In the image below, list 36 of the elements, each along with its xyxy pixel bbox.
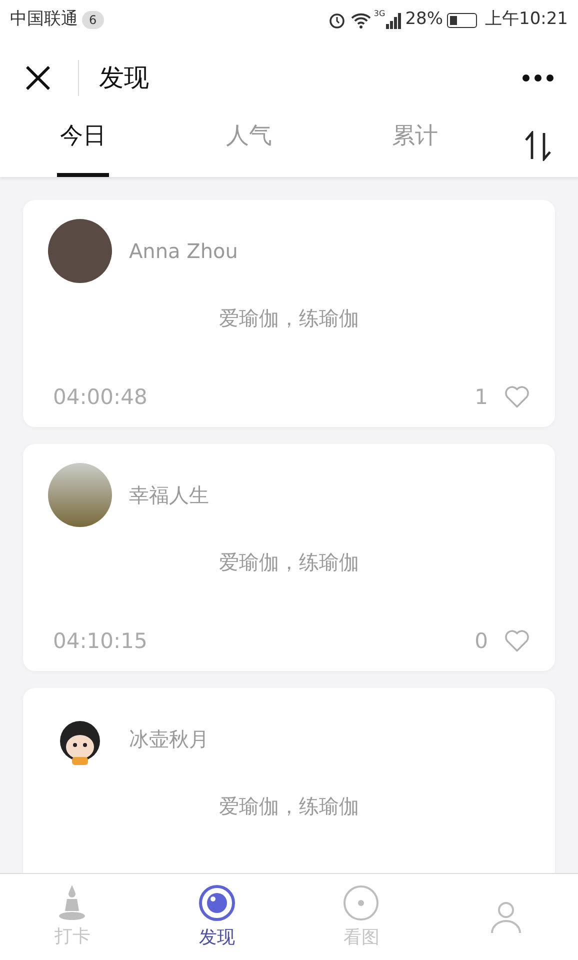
- network-type: 3G: [374, 8, 386, 20]
- clock-time: 上午10:21: [485, 8, 568, 32]
- eye-icon: [198, 884, 236, 922]
- nav-tab[interactable]: 看图: [289, 874, 434, 960]
- user-name: Anna Zhou: [129, 238, 238, 265]
- sort-icon[interactable]: [524, 131, 552, 161]
- page-title: 发现: [99, 62, 149, 94]
- post-card[interactable]: 幸福人生 爱瑜伽，练瑜伽 04:10:15 0: [23, 444, 555, 671]
- like-count: 1: [474, 384, 488, 410]
- tab[interactable]: 今日: [0, 115, 166, 177]
- user-name: 幸福人生: [129, 482, 209, 509]
- notification-count: 6: [82, 11, 104, 29]
- user-name: 冰壶秋月: [129, 726, 209, 753]
- post-card[interactable]: Anna Zhou 爱瑜伽，练瑜伽 04:00:48 1: [23, 200, 555, 427]
- alarm-clock-icon: [328, 11, 346, 29]
- more-options-icon[interactable]: [522, 74, 554, 82]
- duration-time: 04:10:15: [53, 628, 148, 654]
- tab[interactable]: 人气: [166, 115, 332, 177]
- duration-time: 04:00:48: [53, 384, 148, 410]
- post-text: 爱瑜伽，练瑜伽: [219, 549, 359, 576]
- circle-icon: [342, 884, 380, 922]
- post-text: 爱瑜伽，练瑜伽: [219, 305, 359, 332]
- person-icon: [488, 899, 523, 935]
- post-card[interactable]: 冰壶秋月 爱瑜伽，练瑜伽: [23, 688, 555, 873]
- signal-icon: [385, 11, 404, 29]
- like-count: 0: [474, 628, 488, 654]
- meditating-figure-icon: [57, 884, 88, 920]
- battery-percentage: 28%: [405, 8, 443, 32]
- close-icon[interactable]: [24, 64, 52, 92]
- tab[interactable]: 累计: [332, 115, 498, 177]
- wifi-icon: [350, 11, 372, 29]
- battery-icon: [447, 12, 477, 28]
- nav-tab[interactable]: 打卡: [0, 874, 144, 960]
- nav-tab[interactable]: 发现: [144, 874, 289, 960]
- carrier-name: 中国联通: [10, 8, 78, 32]
- post-text: 爱瑜伽，练瑜伽: [219, 793, 359, 820]
